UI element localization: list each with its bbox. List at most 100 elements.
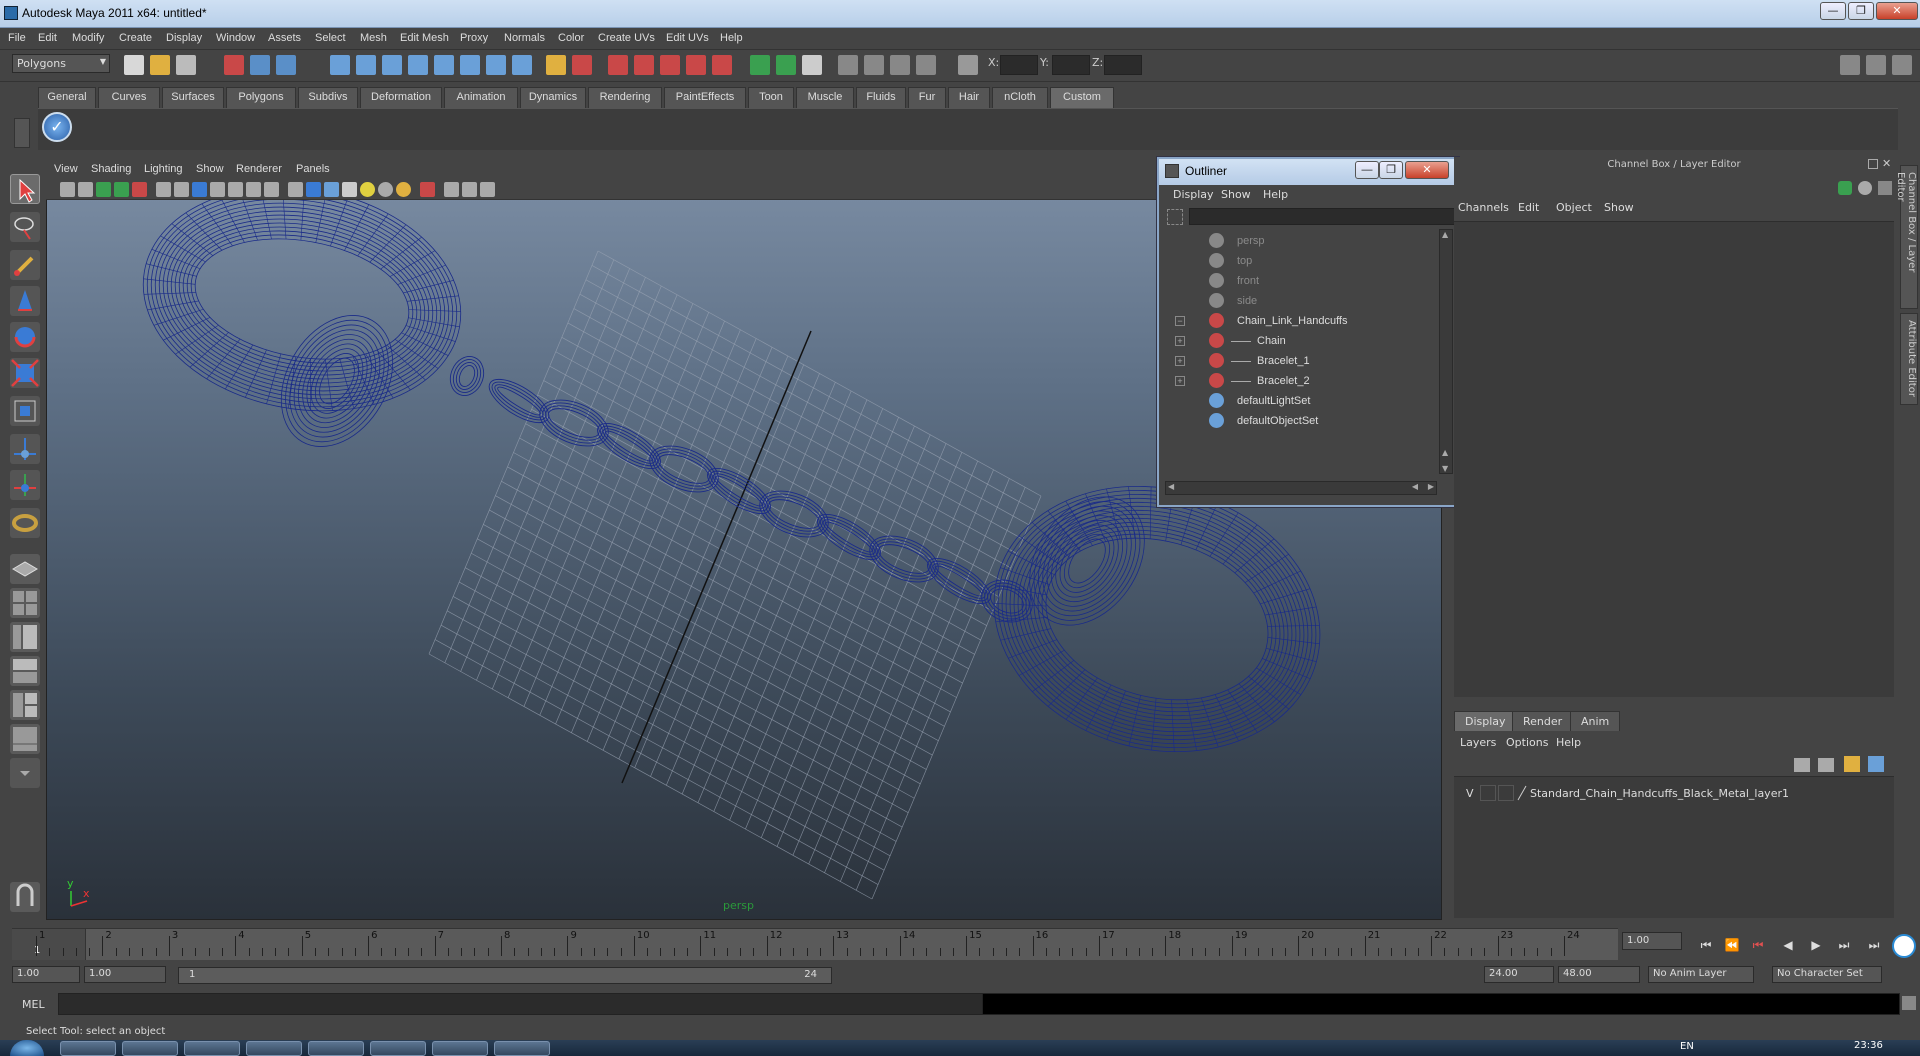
render-settings-icon[interactable] bbox=[838, 55, 858, 75]
create-layer-icon[interactable] bbox=[1844, 756, 1860, 772]
menu-normals[interactable]: Normals bbox=[504, 32, 545, 44]
channel-box-key-icon[interactable] bbox=[1838, 181, 1852, 195]
channel-box-body[interactable] bbox=[1454, 221, 1894, 697]
step-back-frame-button[interactable]: ⏪ bbox=[1722, 935, 1742, 955]
layer-options-menu[interactable]: Options bbox=[1506, 736, 1548, 749]
show-tool-settings-icon[interactable] bbox=[1866, 55, 1886, 75]
shelf-menu-icon[interactable] bbox=[14, 118, 30, 148]
construction-history-icon[interactable] bbox=[750, 55, 770, 75]
viewport-menu-view[interactable]: View bbox=[54, 163, 78, 175]
taskbar-photoshop[interactable] bbox=[246, 1041, 302, 1056]
shelf-tab-curves[interactable]: Curves bbox=[98, 87, 160, 108]
select-camera-icon[interactable] bbox=[60, 182, 75, 197]
channel-box-settings-icon[interactable] bbox=[1858, 181, 1872, 195]
layer-playback-toggle[interactable] bbox=[1480, 785, 1496, 801]
play-backwards-button[interactable]: ◀ bbox=[1778, 935, 1798, 955]
expand-toggle-icon[interactable]: + bbox=[1175, 336, 1185, 346]
expand-toggle-icon[interactable]: − bbox=[1175, 316, 1185, 326]
isolate-select-icon[interactable] bbox=[420, 182, 435, 197]
snap-grid-icon[interactable] bbox=[608, 55, 628, 75]
input-output-icon[interactable] bbox=[916, 55, 936, 75]
smooth-shade-icon[interactable] bbox=[306, 182, 321, 197]
language-indicator[interactable]: EN bbox=[1680, 1041, 1694, 1052]
bookmarks-icon[interactable] bbox=[96, 182, 111, 197]
outliner-item[interactable]: + Bracelet_1 bbox=[1165, 351, 1433, 371]
character-set-selector[interactable]: No Character Set bbox=[1772, 966, 1882, 983]
menu-create[interactable]: Create bbox=[119, 32, 152, 44]
layer-row[interactable]: V Standard_Chain_Handcuffs_Black_Metal_l… bbox=[1460, 785, 1890, 803]
outliner-item[interactable]: top bbox=[1165, 251, 1433, 271]
outliner-menu-display[interactable]: Display bbox=[1173, 188, 1214, 201]
outliner-vertical-scrollbar[interactable]: ▲ ▲ ▼ bbox=[1439, 229, 1453, 474]
shelf-tab-fur[interactable]: Fur bbox=[908, 87, 946, 108]
transform-field-icon[interactable] bbox=[958, 55, 978, 75]
show-channel-box-icon[interactable] bbox=[1892, 55, 1912, 75]
anim-end-field[interactable]: 24.00 bbox=[1484, 966, 1554, 983]
layer-help-menu[interactable]: Help bbox=[1556, 736, 1581, 749]
start-button[interactable] bbox=[10, 1040, 44, 1056]
bracelet-1-wireframe[interactable] bbox=[125, 163, 478, 467]
move-tool-icon[interactable] bbox=[10, 286, 40, 316]
menu-create-uvs[interactable]: Create UVs bbox=[598, 32, 655, 44]
menu-select[interactable]: Select bbox=[315, 32, 346, 44]
menu-color[interactable]: Color bbox=[558, 32, 584, 44]
select-misc-icon[interactable] bbox=[512, 55, 532, 75]
select-surfaces-icon[interactable] bbox=[408, 55, 428, 75]
layer-tab-render[interactable]: Render bbox=[1512, 711, 1574, 731]
channel-edit-menu[interactable]: Edit bbox=[1518, 201, 1539, 214]
ipr-render-icon[interactable] bbox=[802, 55, 822, 75]
shelf-tab-subdivs[interactable]: Subdivs bbox=[298, 87, 358, 108]
select-dynamics-icon[interactable] bbox=[460, 55, 480, 75]
taskbar-explorer[interactable] bbox=[494, 1041, 550, 1056]
new-scene-icon[interactable] bbox=[124, 55, 144, 75]
layer-color-swatch[interactable] bbox=[1498, 785, 1514, 801]
y-field[interactable] bbox=[1052, 55, 1090, 75]
outliner-item[interactable]: side bbox=[1165, 291, 1433, 311]
shelf-tab-general[interactable]: General bbox=[38, 87, 96, 108]
new-layer-empty-icon[interactable] bbox=[1794, 758, 1810, 772]
menu-mesh[interactable]: Mesh bbox=[360, 32, 387, 44]
layer-list[interactable]: V Standard_Chain_Handcuffs_Black_Metal_l… bbox=[1454, 776, 1894, 918]
select-joints-icon[interactable] bbox=[356, 55, 376, 75]
channel-box-float-icon[interactable] bbox=[1868, 159, 1878, 169]
checkmark-shelf-icon[interactable]: ✓ bbox=[42, 112, 72, 142]
taskbar-chrome[interactable] bbox=[60, 1041, 116, 1056]
image-plane-icon[interactable] bbox=[114, 182, 129, 197]
layout-hypershade-icon[interactable] bbox=[10, 690, 40, 720]
channel-object-menu[interactable]: Object bbox=[1556, 201, 1592, 214]
side-tab-attribute-editor[interactable]: Attribute Editor bbox=[1900, 313, 1918, 405]
play-forwards-button[interactable]: ▶ bbox=[1806, 935, 1826, 955]
layout-single-icon[interactable] bbox=[10, 554, 40, 584]
taskbar-app-3[interactable] bbox=[184, 1041, 240, 1056]
taskbar-maya[interactable] bbox=[432, 1041, 488, 1056]
outliner-item[interactable]: − Chain_Link_Handcuffs bbox=[1165, 311, 1433, 331]
side-tab-channel-box[interactable]: Channel Box / Layer Editor bbox=[1895, 165, 1918, 309]
z-field[interactable] bbox=[1104, 55, 1142, 75]
shelf-tab-fluids[interactable]: Fluids bbox=[856, 87, 906, 108]
shelf-tab-rendering[interactable]: Rendering bbox=[588, 87, 662, 108]
menu-set-selector[interactable]: Polygons bbox=[12, 54, 110, 73]
menu-window[interactable]: Window bbox=[216, 32, 255, 44]
menu-edit[interactable]: Edit bbox=[38, 32, 57, 44]
snap-toggle-icon[interactable] bbox=[10, 882, 40, 912]
menu-help[interactable]: Help bbox=[720, 32, 743, 44]
xray-icon[interactable] bbox=[444, 182, 459, 197]
show-attribute-editor-icon[interactable] bbox=[1840, 55, 1860, 75]
make-live-icon[interactable] bbox=[712, 55, 732, 75]
shelf-tab-ncloth[interactable]: nCloth bbox=[992, 87, 1048, 108]
paint-select-tool-icon[interactable] bbox=[10, 250, 40, 280]
last-tool-icon[interactable] bbox=[10, 508, 40, 538]
layout-dopesheet-icon[interactable] bbox=[10, 724, 40, 754]
outliner-filter-field[interactable] bbox=[1189, 208, 1455, 225]
camera-attributes-icon[interactable] bbox=[78, 182, 93, 197]
taskbar-app-5[interactable] bbox=[308, 1041, 364, 1056]
expand-toggle-icon[interactable]: + bbox=[1175, 356, 1185, 366]
outliner-item[interactable]: defaultObjectSet bbox=[1165, 411, 1433, 431]
layer-tab-display[interactable]: Display bbox=[1454, 711, 1517, 731]
universal-manipulator-icon[interactable] bbox=[10, 396, 40, 426]
menu-file[interactable]: File bbox=[8, 32, 26, 44]
menu-display[interactable]: Display bbox=[166, 32, 202, 44]
maximize-button[interactable]: ❐ bbox=[1848, 2, 1874, 20]
render-current-frame-icon[interactable] bbox=[776, 55, 796, 75]
render-view-icon[interactable] bbox=[890, 55, 910, 75]
